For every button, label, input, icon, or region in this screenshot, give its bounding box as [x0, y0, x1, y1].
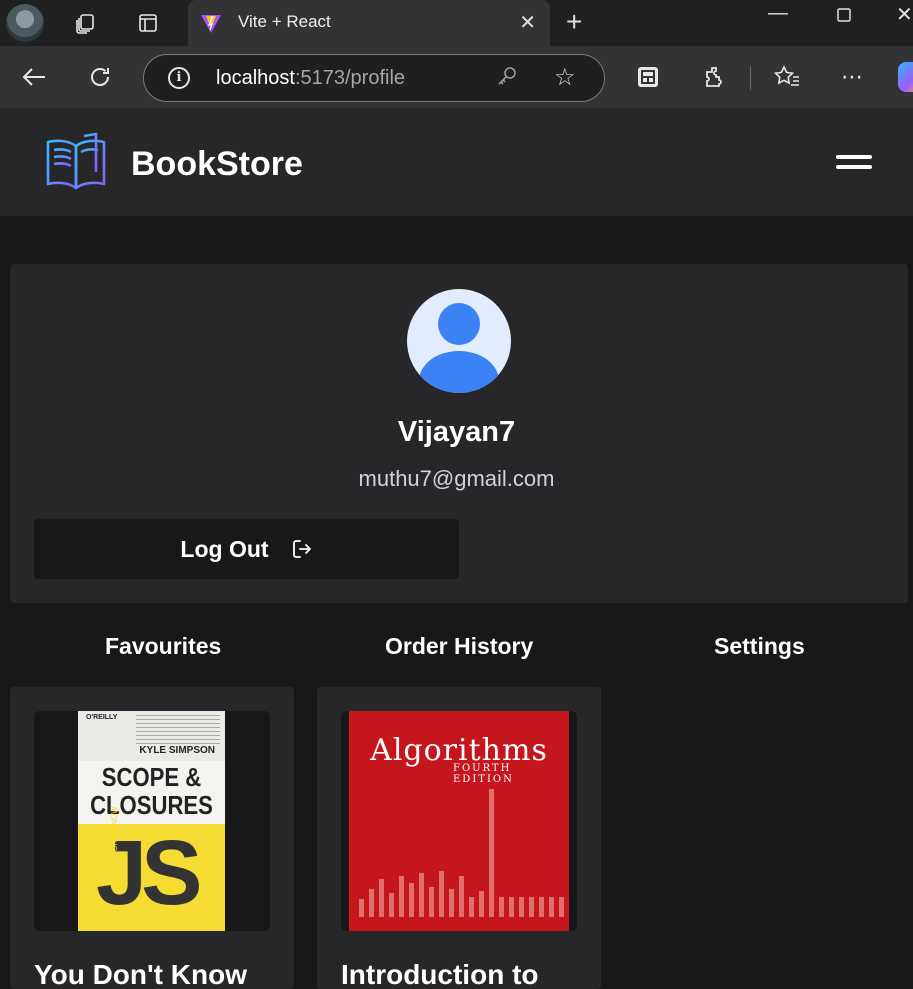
browser-toolbar: i localhost:5173/profile ☆ ⋯: [0, 46, 913, 108]
workspaces-icon[interactable]: [68, 6, 102, 40]
active-browser-tab[interactable]: Vite + React ✕: [188, 0, 550, 46]
maximize-icon[interactable]: [836, 6, 852, 29]
more-options-icon[interactable]: ⋯: [835, 60, 869, 94]
cover-bar-graphic: [359, 789, 564, 917]
copilot-icon[interactable]: [898, 62, 913, 92]
browser-tab-bar: Vite + React ✕ + — ✕: [0, 0, 913, 46]
browser-profile-avatar[interactable]: [6, 4, 44, 42]
book-cover-image[interactable]: O'REILLY KYLE SIMPSON SCOPE & CLOSURES JS…: [34, 711, 270, 931]
logout-label: Log Out: [180, 535, 269, 562]
favorites-icon[interactable]: [770, 60, 804, 94]
vite-favicon-icon: [201, 15, 221, 33]
book-card[interactable]: O'REILLY KYLE SIMPSON SCOPE & CLOSURES JS…: [10, 687, 294, 989]
hamburger-menu-icon[interactable]: [836, 155, 872, 171]
book-title[interactable]: You Don't Know: [34, 959, 247, 989]
tab-title: Vite + React: [238, 12, 331, 31]
url-text[interactable]: localhost:5173/profile: [216, 67, 405, 90]
book-logo-icon[interactable]: [44, 132, 108, 192]
book-cover-image[interactable]: Algorithms FOURTH EDITION: [341, 711, 577, 931]
book-title[interactable]: Introduction to: [341, 959, 539, 989]
extensions-icon[interactable]: [697, 60, 731, 94]
key-icon[interactable]: [496, 65, 518, 93]
profile-username: Vijayan7: [397, 416, 516, 448]
new-tab-icon[interactable]: +: [566, 6, 582, 38]
close-window-icon[interactable]: ✕: [896, 2, 913, 27]
tab-settings[interactable]: Settings: [714, 633, 805, 660]
profile-email: muthu7@gmail.com: [358, 466, 555, 491]
minimize-icon[interactable]: —: [768, 2, 788, 25]
tab-order-history[interactable]: Order History: [385, 633, 533, 660]
user-avatar-icon: [407, 289, 511, 393]
favorite-star-icon[interactable]: ☆: [554, 63, 576, 92]
back-arrow-icon[interactable]: [17, 60, 51, 94]
logout-button[interactable]: Log Out: [34, 519, 459, 579]
tab-favourites[interactable]: Favourites: [105, 633, 221, 660]
site-info-icon[interactable]: i: [168, 67, 190, 89]
brand-title[interactable]: BookStore: [131, 145, 303, 184]
refresh-icon[interactable]: [83, 60, 117, 94]
toolbar-separator: [750, 66, 751, 90]
close-tab-icon[interactable]: ✕: [519, 10, 536, 35]
address-bar[interactable]: i localhost:5173/profile ☆: [143, 54, 605, 102]
vertical-tabs-icon[interactable]: [131, 6, 165, 40]
book-card[interactable]: Algorithms FOURTH EDITION Introduction t…: [317, 687, 601, 989]
app-icon[interactable]: [631, 60, 665, 94]
logout-icon: [292, 540, 311, 558]
